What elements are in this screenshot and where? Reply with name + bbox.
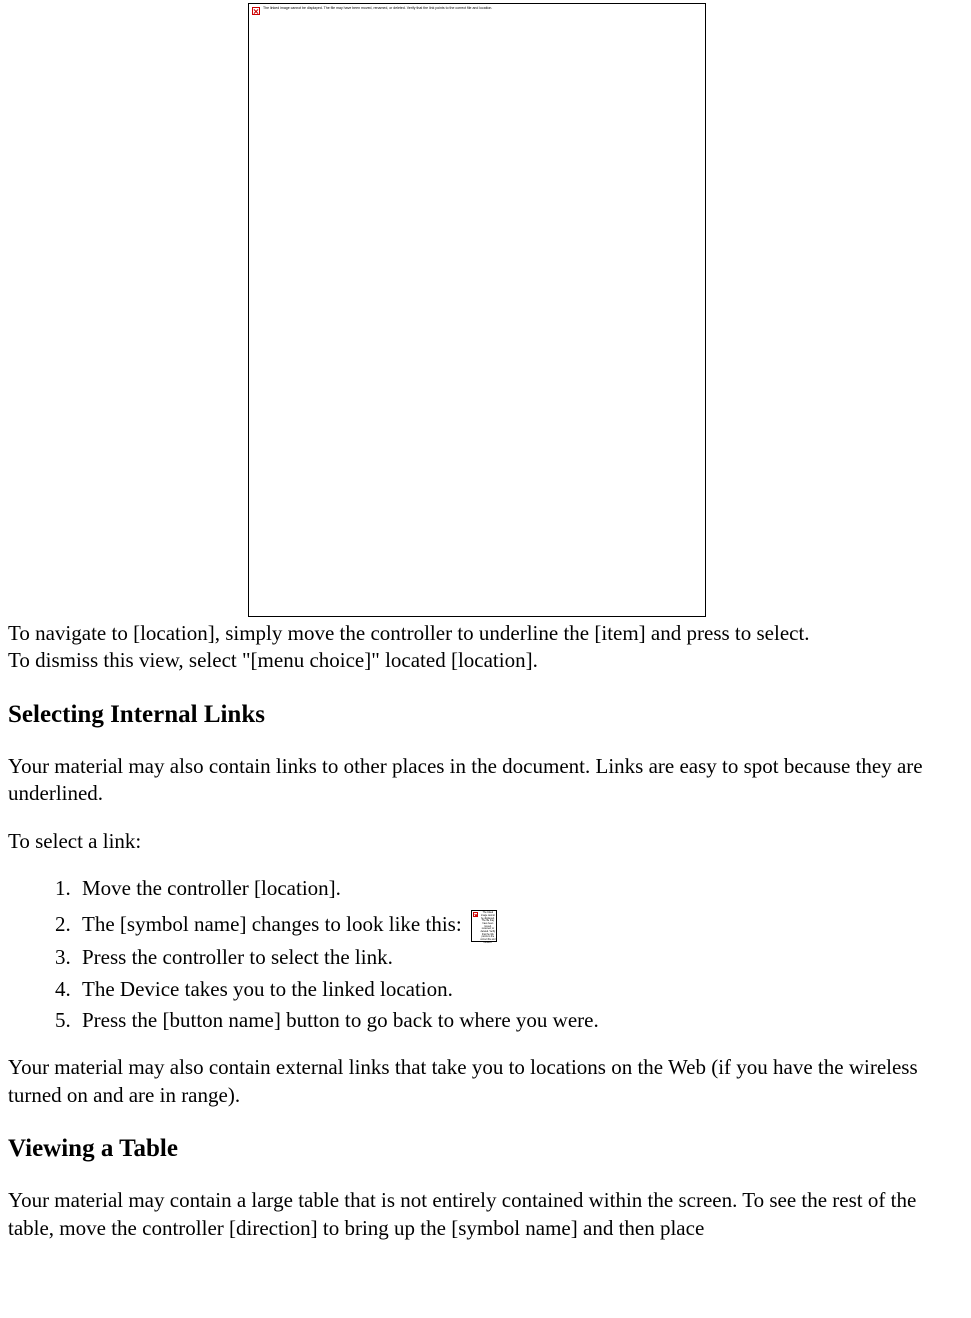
section1-paragraph-3: Your material may also contain external …	[8, 1054, 963, 1109]
section1-paragraph-1: Your material may also contain links to …	[8, 753, 963, 808]
intro-paragraph: To navigate to [location], simply move t…	[8, 620, 963, 675]
list-item: Press the controller to select the link.	[76, 944, 963, 971]
heading-selecting-internal-links: Selecting Internal Links	[8, 699, 963, 732]
intro-line-2: To dismiss this view, select "[menu choi…	[8, 648, 538, 672]
intro-line-1: To navigate to [location], simply move t…	[8, 621, 810, 645]
section2-paragraph-1: Your material may contain a large table …	[8, 1187, 963, 1242]
broken-image-alt-text: The linked image cannot be displayed. Th…	[263, 6, 492, 11]
broken-image-placeholder-small: The linked image cannot be displayed. Th…	[471, 910, 497, 942]
list-item: Press the [button name] button to go bac…	[76, 1007, 963, 1034]
heading-viewing-a-table: Viewing a Table	[8, 1133, 963, 1166]
list-item: The [symbol name] changes to look like t…	[76, 906, 963, 942]
broken-image-icon	[252, 7, 260, 15]
list-item: The Device takes you to the linked locat…	[76, 976, 963, 1003]
list-item: Move the controller [location].	[76, 875, 963, 902]
broken-image-icon	[473, 912, 478, 917]
steps-list: Move the controller [location]. The [sym…	[48, 875, 963, 1034]
broken-image-placeholder-large: The linked image cannot be displayed. Th…	[248, 3, 706, 617]
section1-paragraph-2: To select a link:	[8, 828, 963, 855]
broken-image-alt-text: The linked image cannot be displayed. Th…	[480, 912, 496, 944]
step-text: The [symbol name] changes to look like t…	[82, 912, 462, 936]
